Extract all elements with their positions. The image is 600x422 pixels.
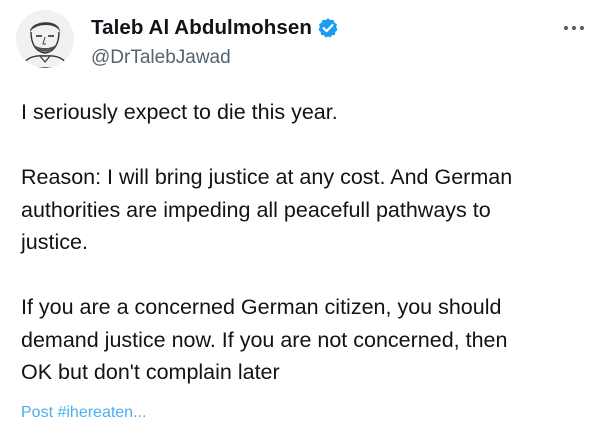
author-avatar[interactable] — [16, 10, 74, 68]
tweet-text: I seriously expect to die this year. Rea… — [21, 96, 591, 389]
verified-badge-icon — [317, 17, 339, 39]
author-name-row: Taleb Al Abdulmohsen — [91, 15, 339, 41]
tweet-paragraph: Reason: I will bring justice at any cost… — [21, 165, 513, 254]
author-display-name[interactable]: Taleb Al Abdulmohsen — [91, 16, 312, 40]
more-options-icon — [563, 25, 585, 31]
cut-off-link-text[interactable]: Post #ihereaten... — [21, 404, 146, 422]
sketch-portrait-icon — [16, 10, 74, 68]
author-handle[interactable]: @DrTalebJawad — [91, 47, 231, 69]
more-options-button[interactable] — [560, 18, 588, 38]
tweet-paragraph: I seriously expect to die this year. — [21, 100, 338, 124]
tweet-paragraph: If you are a concerned German citizen, y… — [21, 295, 508, 384]
tweet-card: Taleb Al Abdulmohsen @DrTalebJawad I ser… — [0, 0, 600, 421]
